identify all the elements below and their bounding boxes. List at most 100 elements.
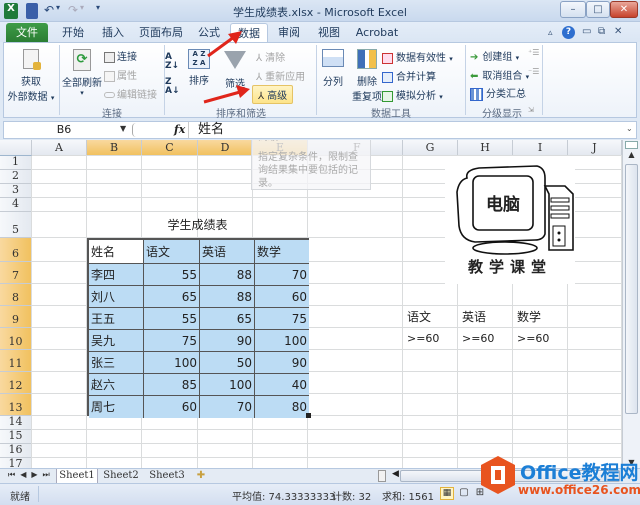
status-count: 计数: 32: [332, 492, 372, 503]
table-cell[interactable]: 赵六: [89, 374, 144, 396]
table-cell[interactable]: 100: [200, 374, 255, 396]
table-header-cell[interactable]: 数学: [255, 240, 309, 264]
table-cell[interactable]: 70: [200, 396, 255, 418]
table-cell[interactable]: 80: [255, 396, 309, 418]
select-all-corner[interactable]: [0, 140, 32, 156]
table-cell[interactable]: 55: [144, 264, 200, 286]
row-header-5[interactable]: 5: [0, 212, 32, 238]
table-cell[interactable]: 60: [144, 396, 200, 418]
table-cell[interactable]: 65: [144, 286, 200, 308]
table-cell[interactable]: 88: [200, 264, 255, 286]
col-header-a[interactable]: A: [32, 140, 87, 156]
row-header-7[interactable]: 7: [0, 262, 32, 284]
row-header-13[interactable]: 13: [0, 394, 32, 416]
logo-title: 电脑: [486, 195, 520, 215]
table-cell[interactable]: 40: [255, 374, 309, 396]
table-cell[interactable]: 75: [144, 330, 200, 352]
name-box-dropdown-icon[interactable]: ▼: [120, 124, 126, 133]
office-logo-icon: [478, 455, 518, 495]
arrow-to-advanced: [203, 85, 250, 104]
table-cell[interactable]: 75: [255, 308, 309, 330]
row-header-1[interactable]: 1: [0, 155, 32, 170]
sheet-nav-icons[interactable]: ⏮◀▶⏭: [8, 470, 55, 480]
fill-handle[interactable]: [306, 413, 311, 418]
hscroll-left-icon[interactable]: ◀: [392, 469, 399, 479]
col-header-g[interactable]: G: [403, 140, 458, 156]
arrow-to-data-tab: [207, 31, 242, 58]
sheet-tab-1[interactable]: Sheet1: [56, 469, 98, 484]
table-cell[interactable]: 88: [200, 286, 255, 308]
worksheet-grid[interactable]: A B C D E F G H I J 1 2 3 4 5 6 7 8 9 10…: [0, 140, 622, 470]
table-cell[interactable]: 吴九: [89, 330, 144, 352]
row-header-2[interactable]: 2: [0, 169, 32, 184]
computer-classroom-logo[interactable]: 电脑 教学课堂: [445, 156, 575, 284]
row-header-15[interactable]: 15: [0, 429, 32, 444]
split-box[interactable]: [625, 141, 638, 149]
name-box[interactable]: B6: [4, 122, 124, 138]
row-header-6[interactable]: 6: [0, 238, 32, 262]
col-header-b[interactable]: B: [87, 140, 142, 156]
row-header-14[interactable]: 14: [0, 415, 32, 430]
gridline-horizontal: [32, 429, 622, 430]
col-header-i[interactable]: I: [513, 140, 568, 156]
row-header-4[interactable]: 4: [0, 197, 32, 212]
row-header-12[interactable]: 12: [0, 372, 32, 394]
row-header-9[interactable]: 9: [0, 306, 32, 328]
table-cell[interactable]: 100: [144, 352, 200, 374]
watermark-url: www.office26.com: [518, 483, 640, 497]
status-ready: 就绪: [10, 492, 30, 503]
criteria-header-chinese[interactable]: 语文: [405, 306, 460, 328]
row-header-11[interactable]: 11: [0, 350, 32, 372]
row-header-8[interactable]: 8: [0, 284, 32, 306]
col-header-c[interactable]: C: [142, 140, 198, 156]
table-header-cell[interactable]: 语文: [144, 240, 200, 264]
watermark-brand: Office教程网: [520, 462, 639, 484]
logo-subtitle: 教学课堂: [467, 258, 552, 276]
criteria-header-english[interactable]: 英语: [460, 306, 515, 328]
formula-input[interactable]: 姓名: [198, 122, 224, 138]
table-cell[interactable]: 65: [200, 308, 255, 330]
insert-function-icon[interactable]: fx: [174, 123, 185, 136]
normal-view-icon[interactable]: ▦: [440, 487, 454, 500]
sheet-tab-2[interactable]: Sheet2: [100, 469, 142, 484]
expand-formula-bar-icon[interactable]: ⌄: [626, 124, 633, 133]
table-cell[interactable]: 周七: [89, 396, 144, 418]
tooltip-body: 指定复杂条件，限制查询结果集中要包括的记录。: [258, 152, 358, 189]
table-cell[interactable]: 50: [200, 352, 255, 374]
table-cell[interactable]: 60: [255, 286, 309, 308]
row-header-10[interactable]: 10: [0, 328, 32, 350]
score-table: 姓名 语文 英语 数学 李四 55 88 70 刘八 65 88 60 王五 55 65 75 吴九 75 90 10…: [87, 238, 311, 418]
table-cell[interactable]: 刘八: [89, 286, 144, 308]
sheet-tab-3[interactable]: Sheet3: [146, 469, 188, 484]
formula-bar-divider: [132, 123, 136, 137]
table-cell[interactable]: 70: [255, 264, 309, 286]
table-cell[interactable]: 100: [255, 330, 309, 352]
criteria-value-chinese[interactable]: >=60: [405, 328, 460, 350]
tab-split-handle[interactable]: [378, 470, 386, 482]
insert-sheet-icon[interactable]: ✚: [192, 469, 210, 484]
col-header-d[interactable]: D: [198, 140, 253, 156]
table-cell[interactable]: 55: [144, 308, 200, 330]
table-cell[interactable]: 90: [200, 330, 255, 352]
page-layout-view-icon[interactable]: ▢: [457, 487, 471, 500]
table-cell[interactable]: 李四: [89, 264, 144, 286]
scroll-thumb[interactable]: [625, 164, 638, 414]
col-header-j[interactable]: J: [568, 140, 622, 156]
criteria-value-english[interactable]: >=60: [460, 328, 515, 350]
scroll-up-icon[interactable]: ▲: [625, 150, 638, 162]
row-header-3[interactable]: 3: [0, 183, 32, 198]
table-cell[interactable]: 张三: [89, 352, 144, 374]
table-header-cell[interactable]: 姓名: [89, 240, 144, 264]
vertical-scrollbar[interactable]: ▲ ▼: [622, 140, 640, 470]
status-sum: 求和: 1561: [382, 492, 434, 503]
row-header-16[interactable]: 16: [0, 443, 32, 458]
formula-bar: B6 ▼ fx 姓名 ⌄: [3, 121, 637, 139]
criteria-header-math[interactable]: 数学: [515, 306, 570, 328]
table-cell[interactable]: 王五: [89, 308, 144, 330]
table-cell[interactable]: 85: [144, 374, 200, 396]
table-cell[interactable]: 90: [255, 352, 309, 374]
criteria-value-math[interactable]: >=60: [515, 328, 570, 350]
col-header-h[interactable]: H: [458, 140, 513, 156]
table-title: 学生成绩表: [167, 218, 228, 232]
table-header-cell[interactable]: 英语: [200, 240, 255, 264]
